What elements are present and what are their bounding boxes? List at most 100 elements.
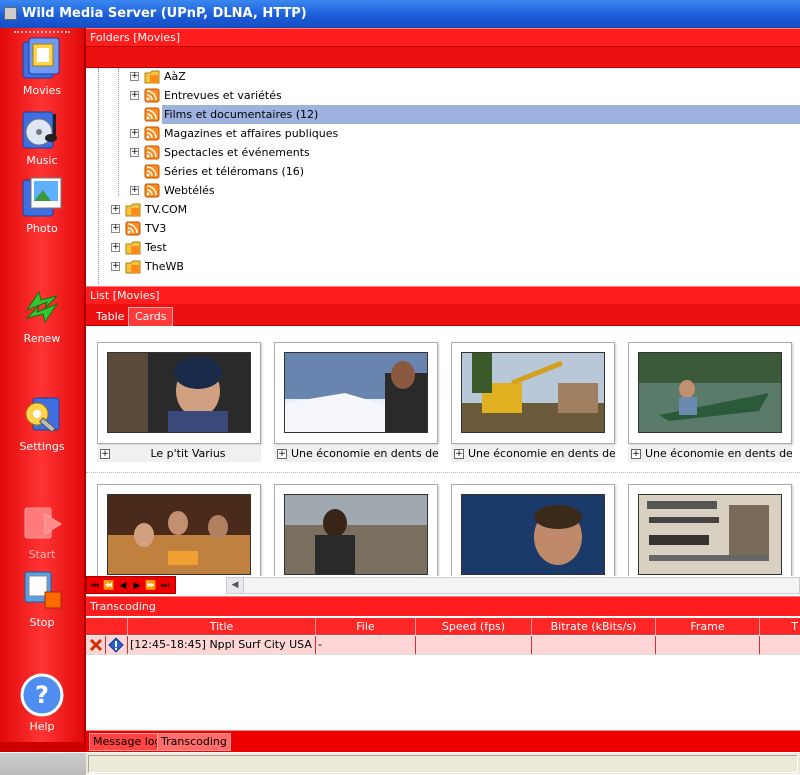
card-caption[interactable]: + Une économie en dents de scie [274, 446, 438, 462]
window-title: Wild Media Server (UPnP, DLNA, HTTP) [22, 6, 307, 21]
tree-item[interactable]: + Magazines et affaires publiques [86, 124, 800, 143]
card-checkbox[interactable]: + [631, 449, 641, 459]
sidebar-renew-label: Renew [23, 332, 61, 345]
scroll-left-icon[interactable]: ◀ [227, 578, 244, 593]
prev-fast-icon[interactable]: ⏪ [103, 580, 115, 592]
tab-message-log[interactable]: Message log [89, 733, 166, 751]
card-checkbox[interactable]: + [277, 449, 287, 459]
video-card[interactable] [628, 484, 792, 576]
sidebar-help-button[interactable]: ? Help [4, 672, 80, 733]
list-panel: List [Movies] Table Cards + Le p'tit Vari… [86, 286, 800, 602]
expand-icon[interactable]: + [130, 148, 139, 157]
table-row[interactable]: [12:45-18:45] Nppl Surf City USA Open - [86, 636, 800, 654]
expand-icon[interactable]: + [111, 224, 120, 233]
tree-item[interactable]: Séries et téléromans (16) [86, 162, 800, 181]
card-checkbox[interactable]: + [100, 449, 110, 459]
row-file: - [316, 636, 416, 654]
video-card[interactable] [97, 484, 261, 576]
tree-item-label: Films et documentaires (12) [162, 105, 800, 124]
sidebar-start-label: Start [28, 548, 56, 561]
prev-icon[interactable]: ◀ [117, 580, 129, 592]
status-cell [88, 755, 798, 773]
expand-icon[interactable]: + [111, 243, 120, 252]
tree-item-selected[interactable]: Films et documentaires (12) [86, 105, 800, 124]
video-card[interactable] [451, 342, 615, 444]
expand-icon[interactable]: + [130, 129, 139, 138]
nav-buttons: ⏮ ⏪ ◀ ▶ ⏩ ⏭ [86, 576, 176, 594]
video-card[interactable] [628, 342, 792, 444]
first-page-icon[interactable]: ⏮ [89, 580, 101, 592]
bottom-tabs: Message log Transcoding [86, 730, 800, 752]
column-title[interactable]: Title [128, 618, 316, 635]
expand-icon[interactable]: + [111, 262, 120, 271]
tree-item[interactable]: + Spectacles et événements [86, 143, 800, 162]
tree-item[interactable]: + TheWB [86, 257, 800, 276]
tree-item-label: TheWB [145, 260, 184, 273]
tree-item[interactable]: + TV3 [86, 219, 800, 238]
video-card[interactable] [451, 484, 615, 576]
folder-rss-icon [125, 259, 141, 274]
sidebar-start-button[interactable]: Start [4, 500, 80, 561]
rss-icon [144, 145, 160, 160]
sidebar-movies-button[interactable]: Movies [4, 36, 80, 97]
sidebar-stop-label: Stop [29, 616, 55, 629]
card-title: Une économie en dents de scie [645, 447, 792, 460]
video-card[interactable] [97, 342, 261, 444]
tree-item-label: Webtélés [164, 184, 215, 197]
tab-transcoding[interactable]: Transcoding [157, 733, 231, 751]
tree-item[interactable]: + AàZ [86, 68, 800, 86]
column-frame[interactable]: Frame [656, 618, 760, 635]
sidebar-stop-button[interactable]: Stop [4, 568, 80, 629]
video-thumbnail [284, 494, 428, 575]
row-frame [656, 636, 760, 654]
folder-rss-icon [125, 240, 141, 255]
sidebar-grip [14, 31, 70, 33]
sidebar-renew-button[interactable]: Renew [4, 284, 80, 345]
tree-item[interactable]: + TV.COM [86, 200, 800, 219]
sidebar: Movies Music Photo Renew Settings Start … [0, 28, 86, 752]
video-card[interactable] [274, 484, 438, 576]
expand-icon[interactable]: + [130, 72, 139, 81]
column-file[interactable]: File [316, 618, 416, 635]
next-icon[interactable]: ▶ [131, 580, 143, 592]
column-status[interactable] [86, 618, 128, 635]
last-page-icon[interactable]: ⏭ [159, 580, 171, 592]
card-checkbox[interactable]: + [454, 449, 464, 459]
sidebar-settings-button[interactable]: Settings [4, 392, 80, 453]
tab-cards[interactable]: Cards [128, 307, 174, 326]
row-speed [416, 636, 532, 654]
video-card[interactable] [274, 342, 438, 444]
column-bitrate[interactable]: Bitrate (kBits/s) [532, 618, 656, 635]
transcoding-table-body [86, 654, 800, 730]
tree-item-label: AàZ [164, 70, 186, 83]
expand-icon[interactable]: + [111, 205, 120, 214]
settings-icon [19, 392, 65, 438]
tree-item[interactable]: + Webtélés [86, 181, 800, 200]
help-icon: ? [19, 672, 65, 718]
cards-view[interactable]: + Le p'tit Varius + Une économie en dents … [86, 326, 800, 576]
cards-row-separator [86, 472, 800, 473]
cancel-icon[interactable] [86, 636, 106, 654]
sidebar-music-button[interactable]: Music [4, 106, 80, 167]
sidebar-help-label: Help [29, 720, 55, 733]
column-speed[interactable]: Speed (fps) [416, 618, 532, 635]
info-icon[interactable] [106, 636, 128, 654]
next-fast-icon[interactable]: ⏩ [145, 580, 157, 592]
main-area: Folders [Movies] + AàZ + Entrevues et va… [86, 28, 800, 752]
card-caption[interactable]: + Une économie en dents de scie [628, 446, 792, 462]
horizontal-scrollbar[interactable]: ◀ [226, 577, 800, 594]
tab-table[interactable]: Table [89, 307, 131, 326]
expand-icon[interactable]: + [130, 91, 139, 100]
tree-item[interactable]: + Entrevues et variétés [86, 86, 800, 105]
card-caption[interactable]: + Une économie en dents de scie [451, 446, 615, 462]
card-title: Le p'tit Varius [150, 447, 226, 460]
sidebar-movies-label: Movies [22, 84, 62, 97]
column-t[interactable]: T [760, 618, 800, 635]
sidebar-photo-button[interactable]: Photo [4, 174, 80, 235]
row-bitrate [532, 636, 656, 654]
card-caption[interactable]: + Le p'tit Varius [97, 446, 261, 462]
list-tabs: Table Cards [86, 304, 800, 326]
tree-item[interactable]: + Test [86, 238, 800, 257]
folder-tree[interactable]: + AàZ + Entrevues et variétés Films et d… [86, 68, 800, 284]
expand-icon[interactable]: + [130, 186, 139, 195]
